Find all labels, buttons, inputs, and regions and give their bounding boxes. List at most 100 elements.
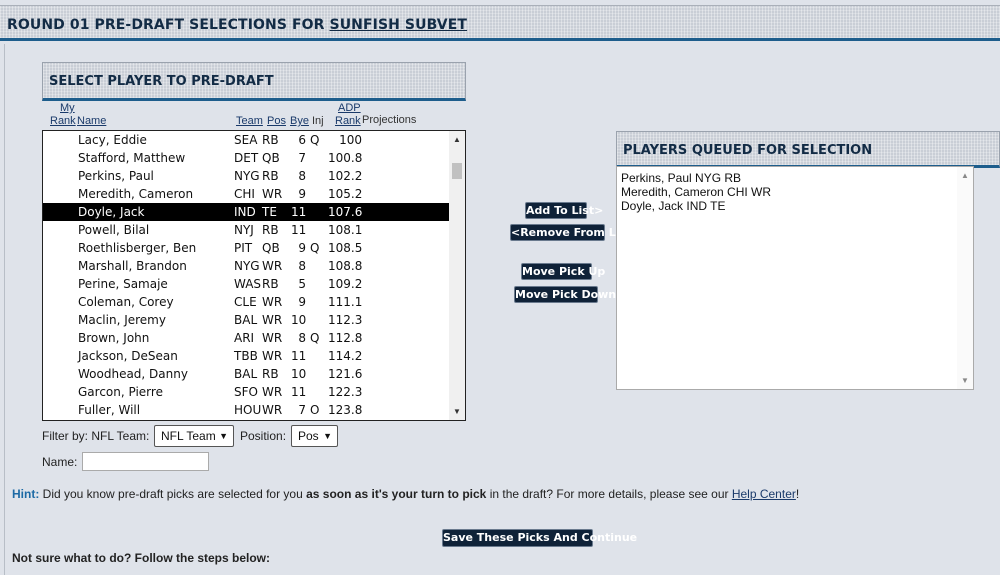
player-adp: 114.2	[328, 349, 363, 363]
position-label: Position:	[240, 429, 287, 443]
player-team: WAS	[234, 277, 262, 291]
player-pos: WR	[262, 385, 283, 399]
player-row[interactable]: Lacy, Eddie SEA RB 6 Q 100	[43, 131, 449, 149]
hint-part2: in the draft? For more details, please s…	[486, 487, 732, 501]
player-team: HOU	[234, 403, 262, 417]
position-select[interactable]: Pos ▼	[291, 425, 338, 447]
hint-end: !	[795, 487, 800, 501]
col-adp-top-label[interactable]: ADP	[338, 102, 361, 114]
hint-text: Hint: Did you know pre-draft picks are s…	[12, 487, 799, 501]
player-pos: QB	[262, 241, 280, 255]
queue-item[interactable]: Meredith, Cameron CHI WR	[621, 185, 771, 199]
queue-list[interactable]: Perkins, Paul NYG RB Meredith, Cameron C…	[616, 166, 974, 390]
player-bye: 10	[291, 313, 307, 327]
player-bye: 8	[298, 169, 306, 183]
select-panel-title: SELECT PLAYER TO PRE-DRAFT	[49, 74, 274, 89]
scroll-up-icon[interactable]: ▲	[453, 135, 461, 144]
scroll-down-icon[interactable]: ▼	[961, 376, 969, 385]
player-inj: O	[310, 403, 320, 417]
col-my-rank-top[interactable]: My	[60, 102, 75, 114]
team-link[interactable]: SUNFISH SUBVET	[330, 17, 468, 33]
player-row[interactable]: Marshall, Brandon NYG WR 8 108.8	[43, 257, 449, 275]
col-bye[interactable]: Bye	[290, 115, 309, 128]
player-adp: 100	[339, 133, 362, 147]
col-pos-label[interactable]: Pos	[267, 115, 286, 127]
player-row[interactable]: Stafford, Matthew DET QB 7 100.8	[43, 149, 449, 167]
player-team: CLE	[234, 295, 257, 309]
player-name: Fuller, Will	[78, 403, 141, 417]
player-bye: 9	[298, 241, 306, 255]
col-projections-label: Projections	[362, 114, 417, 126]
col-name-label[interactable]: Name	[77, 115, 106, 127]
move-pick-up-button[interactable]: Move Pick Up	[521, 263, 605, 280]
player-row[interactable]: Powell, Bilal NYJ RB 11 108.1	[43, 221, 449, 239]
player-team: SFO	[234, 385, 258, 399]
player-row[interactable]: Perine, Samaje WAS RB 5 109.2	[43, 275, 449, 293]
select-panel-header: SELECT PLAYER TO PRE-DRAFT	[42, 62, 466, 101]
player-pos: WR	[262, 349, 283, 363]
col-my-rank-bottom[interactable]: Rank	[50, 115, 76, 127]
player-inj: Q	[310, 133, 320, 147]
player-row[interactable]: Coleman, Corey CLE WR 9 111.1	[43, 293, 449, 311]
col-bye-label[interactable]: Bye	[290, 115, 309, 127]
hint-label: Hint:	[12, 487, 40, 501]
queue-item[interactable]: Doyle, Jack IND TE	[621, 199, 725, 213]
player-bye: 7	[298, 403, 306, 417]
save-picks-button[interactable]: Save These Picks And Continue	[442, 529, 637, 547]
hint-bold: as soon as it's your turn to pick	[306, 487, 487, 501]
player-row[interactable]: Jackson, DeSean TBB WR 11 114.2	[43, 347, 449, 365]
player-row[interactable]: Woodhead, Danny BAL RB 10 121.6	[43, 365, 449, 383]
player-pos: WR	[262, 403, 283, 417]
player-bye: 9	[298, 187, 306, 201]
player-pos: WR	[262, 295, 283, 309]
player-team: NYG	[234, 169, 260, 183]
steps-heading: Not sure what to do? Follow the steps be…	[12, 551, 270, 565]
scroll-down-icon[interactable]: ▼	[453, 407, 461, 416]
add-to-list-button[interactable]: Add To List>	[525, 202, 603, 219]
player-row[interactable]: Fuller, Will HOU WR 7 O 123.8	[43, 401, 449, 419]
player-bye: 11	[291, 385, 307, 399]
col-name[interactable]: Name	[77, 115, 106, 128]
player-row[interactable]: Maclin, Jeremy BAL WR 10 112.3	[43, 311, 449, 329]
player-pos: RB	[262, 133, 279, 147]
col-my-rank-bottom-wrap[interactable]: Rank	[50, 115, 76, 128]
player-row[interactable]: Roethlisberger, Ben PIT QB 9 Q 108.5	[43, 239, 449, 257]
player-row[interactable]: Doyle, Jack IND TE 11 107.6	[43, 203, 449, 221]
col-my-rank[interactable]: My	[60, 102, 75, 115]
player-list[interactable]: Lacy, Eddie SEA RB 6 Q 100 Stafford, Matthew DE…	[42, 130, 466, 421]
scroll-up-icon[interactable]: ▲	[961, 171, 969, 180]
nfl-team-select[interactable]: NFL Team ▼	[154, 425, 234, 447]
player-team: DET	[234, 151, 259, 165]
player-bye: 6	[298, 133, 306, 147]
player-adp: 123.8	[328, 403, 363, 417]
name-input[interactable]	[82, 452, 209, 471]
player-row[interactable]: Garcon, Pierre SFO WR 11 122.3	[43, 383, 449, 401]
player-adp: 102.2	[328, 169, 363, 183]
move-pick-down-button[interactable]: Move Pick Down	[514, 286, 616, 303]
col-team[interactable]: Team	[236, 115, 263, 128]
queue-item[interactable]: Perkins, Paul NYG RB	[621, 171, 741, 185]
help-center-link[interactable]: Help Center	[732, 487, 796, 501]
scrollbar-thumb[interactable]	[452, 163, 462, 179]
chevron-down-icon: ▼	[323, 431, 332, 441]
player-adp: 121.6	[328, 367, 363, 381]
col-adp[interactable]: Rank	[335, 115, 361, 128]
col-adp-top[interactable]: ADP	[338, 102, 361, 115]
player-adp: 108.1	[328, 223, 363, 237]
player-list-scrollbar[interactable]: ▲ ▼	[449, 131, 465, 420]
player-row[interactable]: Brown, John ARI WR 8 Q 112.8	[43, 329, 449, 347]
player-inj: Q	[310, 241, 320, 255]
player-row[interactable]: Perkins, Paul NYG RB 8 102.2	[43, 167, 449, 185]
player-name: Meredith, Cameron	[78, 187, 194, 201]
player-inj: Q	[310, 331, 320, 345]
player-pos: WR	[262, 187, 283, 201]
remove-from-list-button[interactable]: <Remove From List	[510, 224, 631, 241]
col-team-label[interactable]: Team	[236, 115, 263, 127]
queue-scrollbar[interactable]: ▲ ▼	[957, 167, 973, 389]
player-pos: RB	[262, 169, 279, 183]
col-pos[interactable]: Pos	[267, 115, 286, 128]
player-pos: RB	[262, 277, 279, 291]
col-adp-bottom-label[interactable]: Rank	[335, 115, 361, 127]
player-row[interactable]: Meredith, Cameron CHI WR 9 105.2	[43, 185, 449, 203]
player-bye: 8	[298, 259, 306, 273]
